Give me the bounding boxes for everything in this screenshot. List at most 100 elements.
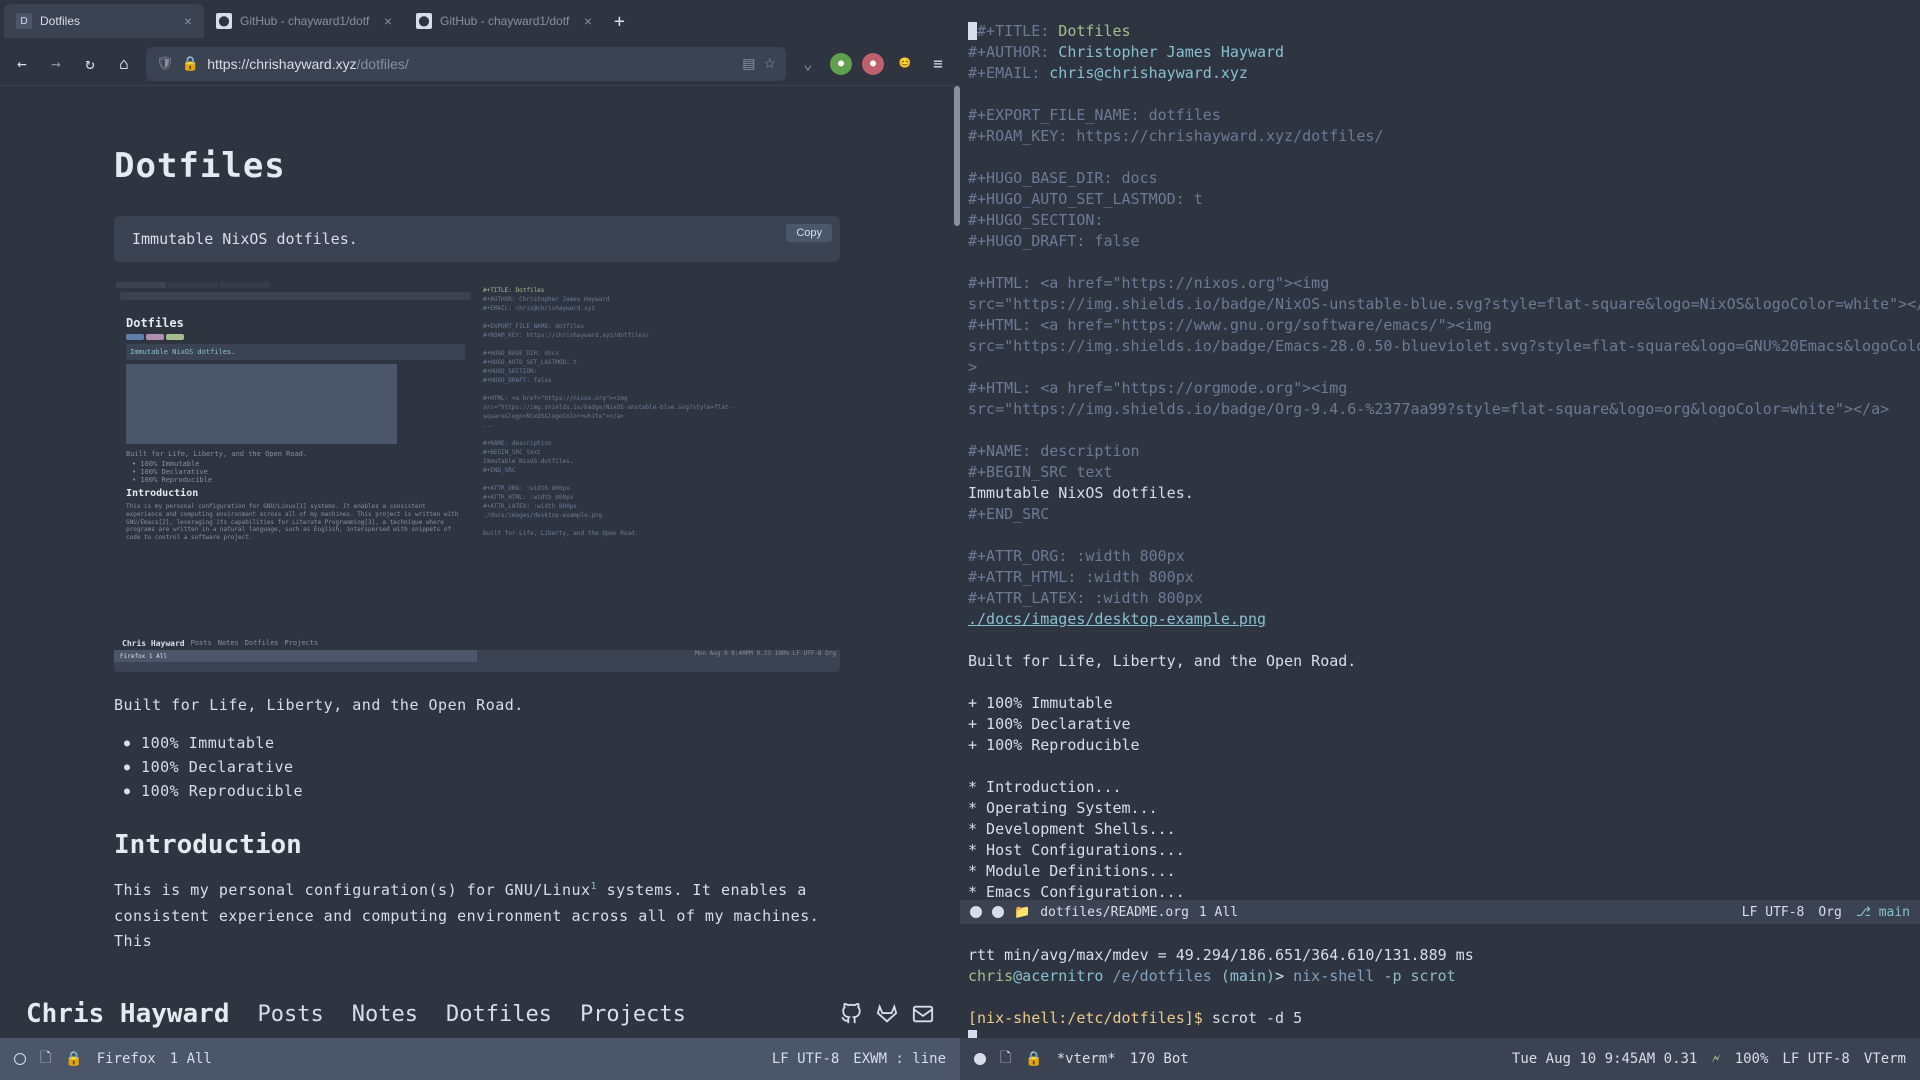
tab-bar: D Dotfiles × ⬤ GitHub - chayward1/dotf ×… xyxy=(0,0,960,42)
forward-icon[interactable]: → xyxy=(44,52,68,76)
browser-pane: D Dotfiles × ⬤ GitHub - chayward1/dotf ×… xyxy=(0,0,960,1080)
code-block: Immutable NixOS dotfiles. Copy xyxy=(114,216,840,262)
pocket-icon[interactable]: ⌄ xyxy=(796,52,820,76)
thumb-nav-item: Projects xyxy=(285,639,319,647)
reader-icon[interactable]: ▤ xyxy=(742,55,755,72)
modeline-right: 🗋 🔒 *vterm* 170 Bot Tue Aug 10 9:45AM 0.… xyxy=(960,1038,1920,1080)
thumb-para: This is my personal configuration for GN… xyxy=(126,503,465,542)
terminal[interactable]: rtt min/avg/max/mdev = 49.294/186.651/36… xyxy=(960,924,1920,1038)
buffer-name: dotfiles/README.org xyxy=(1040,902,1189,923)
modeline-left: 🗋 🔒 Firefox 1 All LF UTF-8 EXWM : line xyxy=(0,1038,960,1080)
bookmark-icon[interactable]: ☆ xyxy=(763,55,776,72)
lock-icon: 🔒 xyxy=(182,55,199,72)
thumb-bullet: • 100% Declarative xyxy=(132,468,465,476)
screenshot-image: Dotfiles Immutable NixOS dotfiles. Built… xyxy=(114,280,840,672)
file-icon: 🗋 xyxy=(1000,1047,1011,1071)
clock: Tue Aug 10 9:45AM 0.31 xyxy=(1512,1051,1697,1067)
thumb-heading: Dotfiles xyxy=(126,316,465,330)
tab-dotfiles[interactable]: D Dotfiles × xyxy=(4,4,204,38)
nav-link-posts[interactable]: Posts xyxy=(258,1002,324,1027)
status-dot-icon xyxy=(992,906,1004,918)
page-title: Dotfiles xyxy=(114,146,840,186)
status-dot-icon xyxy=(14,1053,26,1065)
mail-icon[interactable] xyxy=(912,1003,934,1025)
reload-icon[interactable]: ↻ xyxy=(78,52,102,76)
thumb-nav-item: Notes xyxy=(218,639,239,647)
lock-icon: 🔒 xyxy=(1025,1051,1042,1067)
buffer-pos: 1 All xyxy=(170,1051,212,1067)
tagline: Built for Life, Liberty, and the Open Ro… xyxy=(114,696,840,714)
major-mode: Org xyxy=(1818,902,1841,923)
nav-link-dotfiles[interactable]: Dotfiles xyxy=(446,1002,552,1027)
copy-button[interactable]: Copy xyxy=(786,224,832,242)
nav-link-notes[interactable]: Notes xyxy=(352,1002,418,1027)
tab-github-1[interactable]: ⬤ GitHub - chayward1/dotf × xyxy=(204,4,404,38)
new-tab-button[interactable]: + xyxy=(604,11,635,32)
thumb-intro: Introduction xyxy=(126,488,465,499)
nav-link-projects[interactable]: Projects xyxy=(580,1002,686,1027)
url-bar[interactable]: 🛡 🔒 https://chrishayward.xyz/dotfiles/ ▤… xyxy=(146,47,786,81)
feature-list: 100% Immutable 100% Declarative 100% Rep… xyxy=(114,734,840,800)
encoding: LF UTF-8 xyxy=(1782,1051,1849,1067)
section-heading: Introduction xyxy=(114,830,840,860)
editor-buffer[interactable]: #+TITLE: Dotfiles #+AUTHOR: Christopher … xyxy=(960,0,1920,900)
thumb-org: #+TITLE: Dotfiles #+AUTHOR: Christopher … xyxy=(477,280,840,544)
shield-icon[interactable]: 🛡 xyxy=(156,55,174,72)
file-icon: 🗋 xyxy=(40,1047,51,1071)
thumb-bullet: • 100% Immutable xyxy=(132,460,465,468)
close-icon[interactable]: × xyxy=(584,13,592,29)
list-item: 100% Immutable xyxy=(124,734,840,752)
thumb-status: Firefox 1 All xyxy=(120,653,167,660)
thumb-nav-name: Chris Hayward xyxy=(122,639,185,648)
favicon-icon: D xyxy=(16,13,32,29)
nav-bar: ← → ↻ ⌂ 🛡 🔒 https://chrishayward.xyz/dot… xyxy=(0,42,960,86)
editor-modeline: 📁 dotfiles/README.org 1 All LF UTF-8 Org… xyxy=(960,900,1920,924)
status-dot-icon xyxy=(970,906,982,918)
tab-label: GitHub - chayward1/dotf xyxy=(440,14,569,28)
major-mode: VTerm xyxy=(1864,1051,1906,1067)
lock-icon: 🔒 xyxy=(65,1051,82,1067)
folder-icon: 📁 xyxy=(1014,902,1030,923)
buffer-name: Firefox xyxy=(97,1051,156,1067)
back-icon[interactable]: ← xyxy=(10,52,34,76)
body-paragraph: This is my personal configuration(s) for… xyxy=(114,878,840,955)
menu-icon[interactable]: ≡ xyxy=(926,52,950,76)
extension-orange-icon[interactable]: 😊 xyxy=(894,53,916,75)
tab-label: GitHub - chayward1/dotf xyxy=(240,14,369,28)
battery-pct: 100% xyxy=(1735,1051,1769,1067)
tab-label: Dotfiles xyxy=(40,14,80,28)
major-mode: EXWM : line xyxy=(853,1051,946,1067)
close-icon[interactable]: × xyxy=(384,13,392,29)
github-icon: ⬤ xyxy=(216,13,232,29)
buffer-pos: 170 Bot xyxy=(1130,1051,1189,1067)
ublock-icon[interactable]: ● xyxy=(862,53,884,75)
buffer-name: *vterm* xyxy=(1057,1051,1116,1067)
thumb-nav-item: Dotfiles xyxy=(245,639,279,647)
thumb-bullet: • 100% Reproducible xyxy=(132,476,465,484)
gitlab-icon[interactable] xyxy=(876,1003,898,1025)
site-nav: Chris Hayward Posts Notes Dotfiles Proje… xyxy=(0,990,960,1038)
github-icon: ⬤ xyxy=(416,13,432,29)
encoding: LF UTF-8 xyxy=(772,1051,839,1067)
site-name[interactable]: Chris Hayward xyxy=(26,999,230,1029)
status-dot-icon xyxy=(974,1053,986,1065)
extension-green-icon[interactable]: ● xyxy=(830,53,852,75)
encoding: LF UTF-8 xyxy=(1742,902,1805,923)
page-body: Dotfiles Immutable NixOS dotfiles. Copy … xyxy=(0,86,954,970)
url-text: https://chrishayward.xyz/dotfiles/ xyxy=(207,56,734,72)
list-item: 100% Declarative xyxy=(124,758,840,776)
thumb-status: Mon Aug 9 6:40PM 0.23 100% LF UTF-8 Org xyxy=(695,650,840,657)
editor-pane: #+TITLE: Dotfiles #+AUTHOR: Christopher … xyxy=(960,0,1920,1080)
buffer-pos: 1 All xyxy=(1199,902,1238,923)
thumb-tagline: Built for Life, Liberty, and the Open Ro… xyxy=(126,450,465,458)
github-icon[interactable] xyxy=(840,1003,862,1025)
tab-github-2[interactable]: ⬤ GitHub - chayward1/dotf × xyxy=(404,4,604,38)
battery-icon: 🗲 xyxy=(1711,1051,1720,1067)
close-icon[interactable]: × xyxy=(184,13,192,29)
thumb-snippet: Immutable NixOS dotfiles. xyxy=(126,344,465,360)
git-branch: ⎇ main xyxy=(1856,902,1910,923)
home-icon[interactable]: ⌂ xyxy=(112,52,136,76)
thumb-nav-item: Posts xyxy=(191,639,212,647)
list-item: 100% Reproducible xyxy=(124,782,840,800)
code-text: Immutable NixOS dotfiles. xyxy=(132,230,358,248)
